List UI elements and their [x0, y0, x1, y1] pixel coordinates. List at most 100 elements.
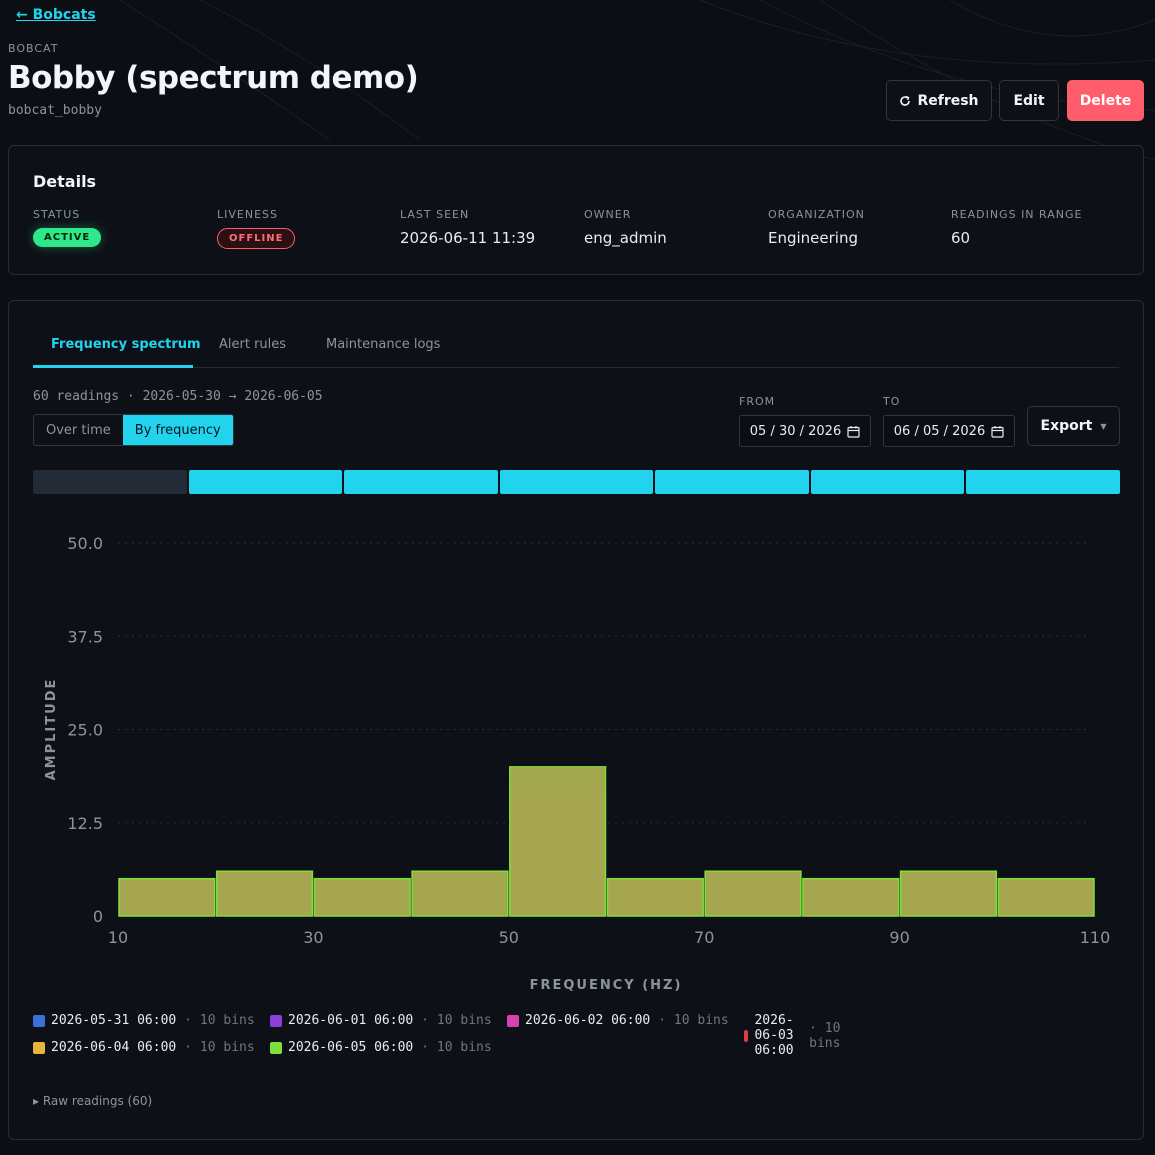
x-tick-label: 110: [1080, 928, 1111, 947]
detail-last-seen: LAST SEEN 2026-06-11 11:39: [400, 208, 535, 247]
spectrum-card: Frequency spectrum Alert rules Maintenan…: [8, 300, 1144, 1140]
organization-label: ORGANIZATION: [768, 208, 865, 221]
legend-swatch: [33, 1014, 45, 1027]
tab-bar: Frequency spectrum Alert rules Maintenan…: [33, 331, 1119, 368]
last-seen-label: LAST SEEN: [400, 208, 470, 221]
raw-readings-toggle[interactable]: ▸ Raw readings (60): [33, 1094, 152, 1108]
back-link-bobcats[interactable]: ← Bobcats: [16, 7, 96, 23]
edit-button[interactable]: Edit: [999, 80, 1059, 121]
y-tick-label: 12.5: [67, 814, 103, 833]
status-label: STATUS: [33, 208, 81, 221]
frequency-spectrum-chart: 0 12.5 25.0 37.5 50.0 10 30 50 70 90 110 FREQUENCY …: [44, 534, 1111, 993]
active-tab-indicator: [33, 365, 193, 368]
from-date-value: 05 / 30 / 2026: [749, 423, 842, 439]
delete-button[interactable]: Delete: [1067, 80, 1144, 121]
legend-name: 2026-06-04 06:00: [51, 1040, 177, 1055]
timeline-segment[interactable]: [966, 470, 1120, 494]
legend-item[interactable]: 2026-06-01 06:00 · 10 bins: [270, 1013, 492, 1028]
page-slug: bobcat_bobby: [8, 103, 102, 118]
y-axis-label: AMPLITUDE: [44, 678, 59, 781]
legend-name: 2026-06-01 06:00: [288, 1013, 414, 1028]
timeline-segment[interactable]: [499, 470, 654, 494]
legend-bins: · 10 bins: [184, 1040, 255, 1055]
spectrum-bar: [704, 870, 802, 917]
timeline-segment[interactable]: [33, 470, 187, 494]
tab-maintenance-logs[interactable]: Maintenance logs: [326, 337, 440, 352]
spectrum-bar: [118, 877, 216, 917]
legend-item[interactable]: 2026-06-04 06:00 · 10 bins: [33, 1040, 255, 1055]
timeline-segment[interactable]: [344, 470, 498, 494]
legend-name: 2026-05-31 06:00: [51, 1013, 177, 1028]
detail-readings: READINGS IN RANGE 60: [951, 208, 1082, 247]
detail-liveness: LIVENESS OFFLINE: [217, 208, 296, 249]
details-card: Details STATUS ACTIVE LIVENESS OFFLINE L…: [8, 145, 1144, 275]
legend-swatch: [33, 1041, 45, 1054]
to-label: TO: [883, 395, 901, 408]
y-tick-label: 50.0: [67, 534, 103, 553]
owner-label: OWNER: [584, 208, 632, 221]
timeline-segment[interactable]: [655, 470, 809, 494]
legend-name: 2026-06-05 06:00: [288, 1040, 414, 1055]
details-title: Details: [33, 172, 97, 191]
spectrum-bar: [899, 870, 998, 917]
timeline-segment[interactable]: [810, 470, 965, 494]
x-tick-label: 10: [108, 928, 128, 947]
spectrum-bar: [313, 877, 411, 917]
calendar-icon[interactable]: [991, 425, 1004, 438]
detail-organization: ORGANIZATION Engineering: [768, 208, 865, 247]
chevron-down-icon: ▼: [1100, 421, 1107, 431]
legend-swatch: [507, 1014, 519, 1027]
timeline-strip[interactable]: [33, 470, 1120, 494]
readings-label: READINGS IN RANGE: [951, 208, 1083, 221]
x-tick-label: 90: [889, 928, 909, 947]
refresh-label: Refresh: [917, 92, 979, 109]
to-date-input[interactable]: 06 / 05 / 2026: [883, 415, 1015, 447]
owner-value: eng_admin: [584, 229, 667, 247]
spectrum-bar: [215, 870, 314, 917]
liveness-badge: OFFLINE: [217, 228, 296, 249]
view-by-frequency-button[interactable]: By frequency: [122, 415, 233, 445]
readings-value: 60: [951, 229, 971, 247]
spectrum-bar: [802, 877, 900, 917]
detail-status: STATUS ACTIVE: [33, 208, 102, 247]
spectrum-bar: [509, 766, 607, 917]
spectrum-bar: [606, 877, 704, 917]
refresh-button[interactable]: Refresh: [886, 80, 992, 121]
legend-swatch: [270, 1041, 282, 1054]
legend-item[interactable]: 2026-06-05 06:00 · 10 bins: [270, 1040, 492, 1055]
last-seen-value: 2026-06-11 11:39: [400, 229, 536, 247]
legend-bins: · 10 bins: [421, 1040, 492, 1055]
timeline-segment[interactable]: [188, 470, 343, 494]
detail-owner: OWNER eng_admin: [584, 208, 667, 247]
status-badge: ACTIVE: [33, 228, 102, 247]
liveness-label: LIVENESS: [217, 208, 278, 221]
export-button[interactable]: Export ▼: [1027, 406, 1120, 446]
y-tick-label: 37.5: [67, 627, 103, 646]
view-over-time-button[interactable]: Over time: [34, 415, 123, 445]
legend-name: 2026-06-03 06:00: [754, 1013, 794, 1058]
page-title: Bobby (spectrum demo): [8, 60, 419, 96]
legend-name: 2026-06-02 06:00: [525, 1013, 651, 1028]
x-tick-label: 70: [694, 928, 714, 947]
tab-frequency-spectrum[interactable]: Frequency spectrum: [51, 337, 201, 352]
spectrum-bar: [997, 877, 1095, 917]
to-date-value: 06 / 05 / 2026: [893, 423, 986, 439]
tab-alert-rules[interactable]: Alert rules: [219, 337, 286, 352]
legend-item[interactable]: 2026-06-02 06:00 · 10 bins: [507, 1013, 729, 1028]
from-label: FROM: [739, 395, 776, 408]
page-eyebrow: BOBCAT: [8, 42, 59, 55]
spectrum-bar: [411, 870, 509, 917]
legend-swatch: [744, 1029, 749, 1042]
legend-bins: · 10 bins: [421, 1013, 492, 1028]
export-label: Export: [1040, 418, 1093, 434]
refresh-icon: [900, 95, 911, 106]
x-tick-label: 50: [499, 928, 519, 947]
calendar-icon[interactable]: [847, 425, 860, 438]
legend-item[interactable]: 2026-05-31 06:00 · 10 bins: [33, 1013, 255, 1028]
y-tick-label: 25.0: [67, 721, 103, 740]
legend-item[interactable]: 2026-06-03 06:00 · 10 bins: [744, 1013, 840, 1058]
readings-summary: 60 readings · 2026-05-30 → 2026-06-05: [33, 389, 323, 404]
x-tick-label: 30: [303, 928, 323, 947]
x-axis-label: FREQUENCY (HZ): [530, 978, 683, 993]
from-date-input[interactable]: 05 / 30 / 2026: [739, 415, 871, 447]
